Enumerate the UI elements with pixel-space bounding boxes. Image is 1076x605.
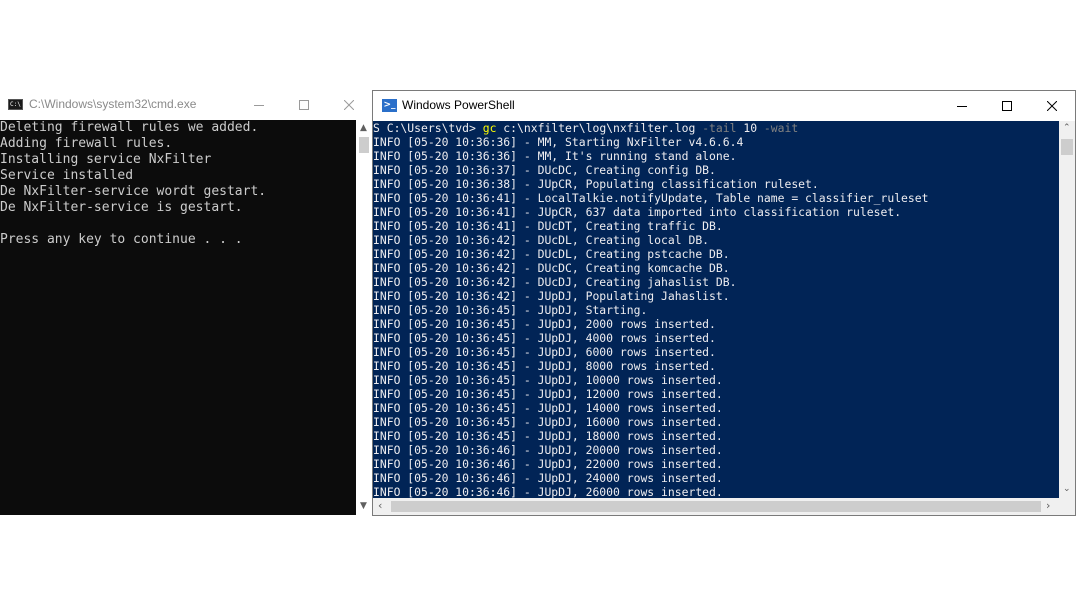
- powershell-log-line: INFO [05-20 10:36:46] - JUpDJ, 26000 row…: [373, 485, 723, 498]
- close-icon: [1047, 101, 1057, 111]
- scroll-left-arrow-icon[interactable]: ‹: [378, 500, 382, 511]
- cmd-window[interactable]: C:\ C:\Windows\system32\cmd.exe Deleting…: [0, 90, 372, 515]
- prompt-command: gc: [482, 121, 497, 135]
- prompt-param-wait: -wait: [763, 121, 799, 135]
- powershell-log-line: INFO [05-20 10:36:36] - MM, It's running…: [373, 149, 737, 163]
- powershell-log-line: INFO [05-20 10:36:41] - JUpCR, 637 data …: [373, 205, 902, 219]
- powershell-title-bar[interactable]: >_ Windows PowerShell: [373, 91, 1075, 121]
- powershell-log-line: INFO [05-20 10:36:41] - LocalTalkie.noti…: [373, 191, 929, 205]
- powershell-log-line: INFO [05-20 10:36:42] - DUcDC, Creating …: [373, 261, 730, 275]
- cmd-output-line: Adding firewall rules.: [0, 136, 173, 151]
- maximize-icon: [1002, 101, 1012, 111]
- minimize-icon: [254, 105, 264, 106]
- powershell-console-output[interactable]: S C:\Users\tvd> gc c:\nxfilter\log\nxfil…: [373, 121, 1059, 498]
- powershell-close-button[interactable]: [1029, 91, 1075, 121]
- cmd-icon: C:\: [8, 99, 23, 110]
- powershell-log-line: INFO [05-20 10:36:42] - DUcDJ, Creating …: [373, 275, 737, 289]
- cmd-window-title: C:\Windows\system32\cmd.exe: [29, 97, 197, 111]
- powershell-window[interactable]: >_ Windows PowerShell S C:\Users\tvd> gc…: [372, 90, 1076, 516]
- powershell-log-line: INFO [05-20 10:36:42] - JUpDJ, Populatin…: [373, 289, 730, 303]
- scroll-up-arrow-icon[interactable]: ▲: [360, 124, 367, 133]
- powershell-log-line: INFO [05-20 10:36:45] - JUpDJ, 18000 row…: [373, 429, 723, 443]
- cmd-output-line: Service installed: [0, 168, 134, 183]
- powershell-prompt-line: S C:\Users\tvd> gc c:\nxfilter\log\nxfil…: [373, 121, 1059, 135]
- powershell-log-line: INFO [05-20 10:36:45] - JUpDJ, 12000 row…: [373, 387, 723, 401]
- powershell-icon: >_: [382, 99, 397, 112]
- minimize-icon: [957, 106, 967, 107]
- powershell-log-line: INFO [05-20 10:36:37] - DUcDC, Creating …: [373, 163, 716, 177]
- cmd-output-line: Deleting firewall rules we added.: [0, 120, 259, 135]
- powershell-log-line: INFO [05-20 10:36:42] - DUcDL, Creating …: [373, 247, 730, 261]
- close-icon: [344, 100, 354, 110]
- powershell-log-line: INFO [05-20 10:36:45] - JUpDJ, 16000 row…: [373, 415, 723, 429]
- powershell-log-line: INFO [05-20 10:36:46] - JUpDJ, 22000 row…: [373, 457, 723, 471]
- cmd-output-line: Installing service NxFilter: [0, 152, 212, 167]
- cmd-scroll-thumb[interactable]: [359, 137, 369, 153]
- maximize-icon: [299, 100, 309, 110]
- cmd-output-line: De NxFilter-service is gestart.: [0, 200, 243, 215]
- prompt-arguments: c:\nxfilter\log\nxfilter.log: [496, 121, 703, 135]
- cmd-vertical-scrollbar[interactable]: ▲ ▼: [356, 120, 372, 515]
- powershell-maximize-button[interactable]: [984, 91, 1030, 121]
- powershell-log-line: INFO [05-20 10:36:41] - DUcDT, Creating …: [373, 219, 723, 233]
- powershell-log-line: INFO [05-20 10:36:45] - JUpDJ, 14000 row…: [373, 401, 723, 415]
- powershell-log-line: INFO [05-20 10:36:45] - JUpDJ, 10000 row…: [373, 373, 723, 387]
- powershell-vertical-scrollbar[interactable]: ⌃ ⌄: [1059, 121, 1075, 498]
- cmd-console-output[interactable]: Deleting firewall rules we added. Adding …: [0, 120, 356, 515]
- powershell-vscroll-thumb[interactable]: [1061, 139, 1073, 155]
- powershell-log-line: INFO [05-20 10:36:42] - DUcDL, Creating …: [373, 233, 710, 247]
- cmd-title-bar[interactable]: C:\ C:\Windows\system32\cmd.exe: [0, 90, 372, 120]
- scroll-down-arrow-icon[interactable]: ▼: [360, 502, 367, 511]
- powershell-hscroll-thumb[interactable]: [391, 501, 1041, 512]
- powershell-log-line: INFO [05-20 10:36:36] - MM, Starting NxF…: [373, 135, 744, 149]
- powershell-log-line: INFO [05-20 10:36:46] - JUpDJ, 20000 row…: [373, 443, 723, 457]
- powershell-log-line: INFO [05-20 10:36:38] - JUpCR, Populatin…: [373, 177, 819, 191]
- scroll-up-arrow-icon[interactable]: ⌃: [1063, 124, 1071, 133]
- cmd-minimize-button[interactable]: [236, 90, 282, 120]
- cmd-close-button[interactable]: [326, 90, 372, 120]
- powershell-minimize-button[interactable]: [939, 91, 985, 121]
- cmd-maximize-button[interactable]: [281, 90, 327, 120]
- cmd-output-line: De NxFilter-service wordt gestart.: [0, 184, 267, 199]
- powershell-log-line: INFO [05-20 10:36:45] - JUpDJ, 6000 rows…: [373, 345, 716, 359]
- scroll-down-arrow-icon[interactable]: ⌄: [1063, 485, 1071, 494]
- cmd-output-line: Press any key to continue . . .: [0, 232, 243, 247]
- powershell-log-line: INFO [05-20 10:36:45] - JUpDJ, 8000 rows…: [373, 359, 716, 373]
- powershell-log-line: INFO [05-20 10:36:46] - JUpDJ, 24000 row…: [373, 471, 723, 485]
- prompt-param-tail: -tail: [702, 121, 737, 135]
- scrollbar-corner: [1059, 498, 1075, 515]
- scroll-right-arrow-icon[interactable]: ›: [1046, 500, 1050, 511]
- prompt-value-tail: 10: [736, 121, 764, 135]
- powershell-horizontal-scrollbar[interactable]: ‹ ›: [373, 498, 1059, 515]
- powershell-log-line: INFO [05-20 10:36:45] - JUpDJ, 4000 rows…: [373, 331, 716, 345]
- powershell-log-line: INFO [05-20 10:36:45] - JUpDJ, 2000 rows…: [373, 317, 716, 331]
- powershell-window-title: Windows PowerShell: [402, 98, 515, 112]
- powershell-log-line: INFO [05-20 10:36:45] - JUpDJ, Starting.: [373, 303, 648, 317]
- prompt-path: S C:\Users\tvd>: [373, 121, 483, 135]
- cmd-output-line: [0, 216, 356, 232]
